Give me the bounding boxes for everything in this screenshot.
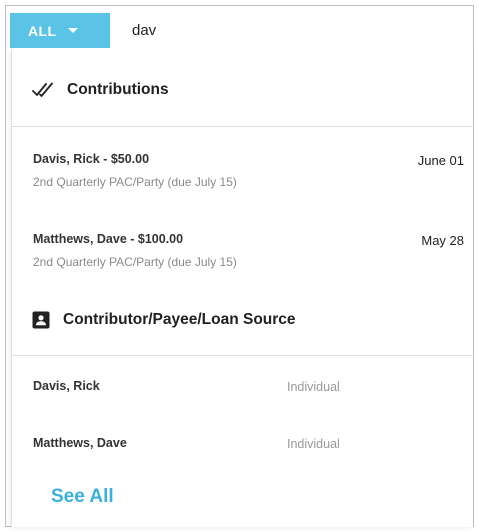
double-check-icon <box>32 82 54 98</box>
contacts-header: Contributor/Payee/Loan Source <box>12 307 474 333</box>
contact-name: Matthews, Dave <box>33 436 127 450</box>
contact-type: Individual <box>287 437 340 451</box>
contributions-title: Contributions <box>67 81 169 98</box>
results-panel: Contributions Davis, Rick - $50.00 2nd Q… <box>11 49 474 527</box>
contact-card-icon <box>32 311 50 329</box>
see-all-link[interactable]: See All <box>51 486 114 508</box>
filter-dropdown-button[interactable]: ALL <box>10 13 110 48</box>
contribution-row[interactable]: Davis, Rick - $50.00 2nd Quarterly PAC/P… <box>12 152 474 189</box>
contact-row[interactable]: Matthews, Dave Individual <box>12 436 474 451</box>
caret-down-icon <box>68 28 79 33</box>
contact-type: Individual <box>287 380 340 394</box>
search-input[interactable] <box>120 13 460 48</box>
contribution-secondary: 2nd Quarterly PAC/Party (due July 15) <box>33 175 237 189</box>
filter-label: ALL <box>28 22 57 39</box>
contribution-row[interactable]: Matthews, Dave - $100.00 2nd Quarterly P… <box>12 232 474 269</box>
contact-row[interactable]: Davis, Rick Individual <box>12 379 474 394</box>
contributions-header: Contributions <box>12 77 474 103</box>
contribution-secondary: 2nd Quarterly PAC/Party (due July 15) <box>33 255 237 269</box>
contribution-date: May 28 <box>421 233 464 248</box>
contact-name: Davis, Rick <box>33 379 100 393</box>
contribution-primary: Matthews, Dave - $100.00 <box>33 232 184 246</box>
divider <box>12 126 474 127</box>
search-bar: ALL <box>10 13 465 48</box>
divider <box>12 355 474 356</box>
contribution-primary: Davis, Rick - $50.00 <box>33 152 150 166</box>
contacts-title: Contributor/Payee/Loan Source <box>63 311 296 328</box>
contribution-date: June 01 <box>417 153 464 168</box>
